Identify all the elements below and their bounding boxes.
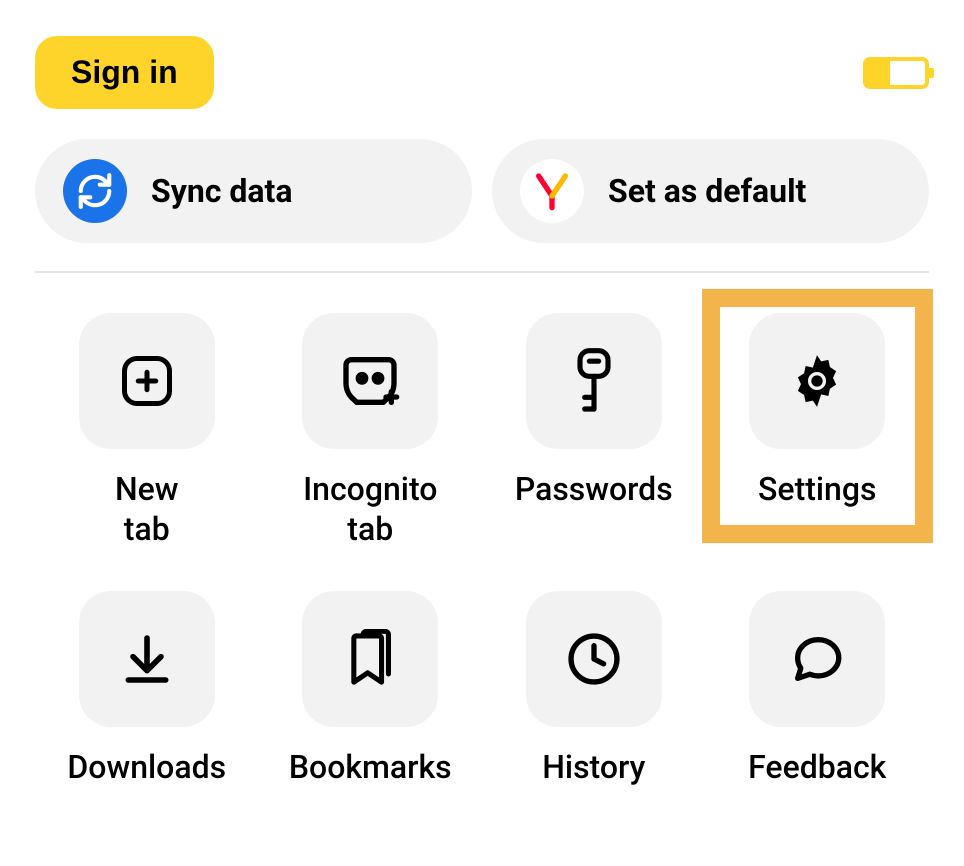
download-icon — [79, 591, 215, 727]
passwords-label: Passwords — [515, 469, 673, 509]
divider — [35, 271, 929, 273]
set-default-button[interactable]: Set as default — [492, 139, 929, 243]
downloads-label: Downloads — [67, 747, 226, 787]
history-label: History — [542, 747, 645, 787]
set-default-label: Set as default — [608, 172, 806, 210]
yandex-logo-icon — [520, 159, 584, 223]
speech-bubble-icon — [749, 591, 885, 727]
battery-icon — [863, 57, 929, 89]
clock-icon — [526, 591, 662, 727]
bookmark-icon — [302, 591, 438, 727]
key-icon — [526, 313, 662, 449]
sync-icon — [63, 159, 127, 223]
history-tile[interactable]: History — [482, 591, 706, 787]
downloads-tile[interactable]: Downloads — [35, 591, 259, 787]
incognito-tab-label: Incognitotab — [303, 469, 437, 549]
feedback-tile[interactable]: Feedback — [706, 591, 930, 787]
signin-button[interactable]: Sign in — [35, 36, 214, 109]
new-tab-tile[interactable]: Newtab — [35, 313, 259, 549]
incognito-icon — [302, 313, 438, 449]
plus-icon — [79, 313, 215, 449]
bookmarks-label: Bookmarks — [289, 747, 452, 787]
bookmarks-tile[interactable]: Bookmarks — [259, 591, 483, 787]
sync-label: Sync data — [151, 172, 292, 210]
new-tab-label: Newtab — [115, 469, 179, 549]
feedback-label: Feedback — [748, 747, 886, 787]
settings-tile[interactable]: Settings — [706, 313, 930, 549]
settings-label: Settings — [758, 469, 876, 509]
menu-grid: Newtab Incognitotab Passwords — [35, 301, 929, 787]
incognito-tab-tile[interactable]: Incognitotab — [259, 313, 483, 549]
passwords-tile[interactable]: Passwords — [482, 313, 706, 549]
battery-fill — [867, 61, 890, 85]
sync-data-button[interactable]: Sync data — [35, 139, 472, 243]
gear-icon — [749, 313, 885, 449]
